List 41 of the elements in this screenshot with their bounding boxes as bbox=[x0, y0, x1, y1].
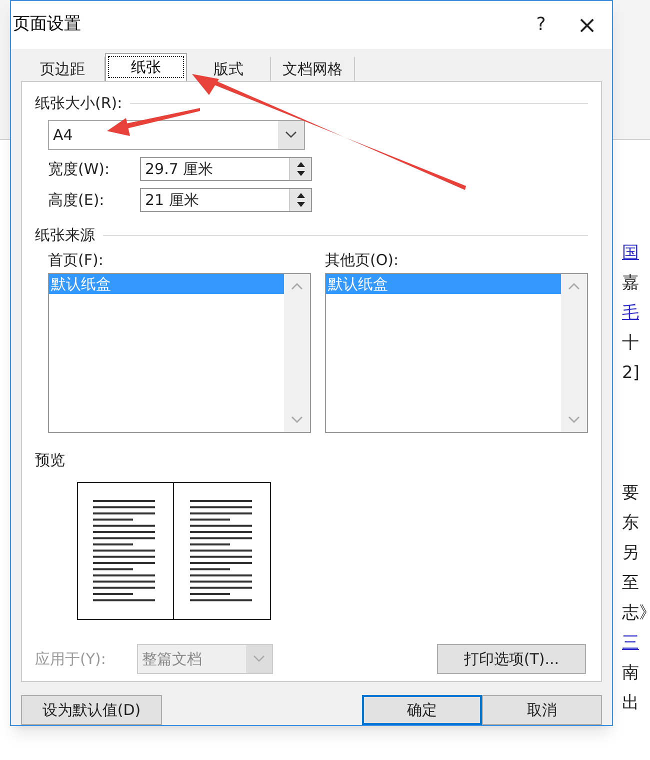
list-label: 首页(F): bbox=[48, 250, 104, 271]
document-text: 南 bbox=[622, 662, 640, 685]
close-button[interactable]: × bbox=[564, 4, 610, 45]
scrollbar[interactable] bbox=[561, 274, 587, 432]
list-label: 其他页(O): bbox=[325, 250, 400, 271]
scroll-down-icon[interactable] bbox=[291, 416, 303, 424]
section-title: 纸张来源 bbox=[35, 225, 95, 246]
document-text: 要 bbox=[622, 482, 640, 505]
dropdown-caret-icon[interactable] bbox=[285, 131, 297, 140]
document-text: 2] bbox=[622, 362, 640, 385]
spin-field[interactable]: 21 厘米 bbox=[140, 188, 312, 212]
document-text: 另 bbox=[622, 542, 640, 565]
spin-field[interactable]: 29.7 厘米 bbox=[140, 157, 312, 182]
document-text: 东 bbox=[622, 512, 640, 535]
document-text: 志》 bbox=[622, 602, 650, 625]
document-text: 十 bbox=[622, 332, 640, 355]
tab[interactable]: 纸张 bbox=[105, 52, 187, 81]
document-link[interactable]: 三 bbox=[622, 628, 650, 658]
scroll-up-icon[interactable] bbox=[568, 282, 580, 290]
document-text: 出 bbox=[622, 692, 640, 715]
up-down-icon[interactable] bbox=[296, 192, 306, 208]
section-title: 纸张大小(R): bbox=[35, 92, 122, 114]
document-link[interactable]: 国 bbox=[622, 238, 650, 268]
cancel-button[interactable]: 取消 bbox=[482, 695, 602, 725]
print-options-button[interactable]: 打印选项(T)... bbox=[437, 644, 586, 674]
help-button[interactable]: ? bbox=[518, 4, 564, 45]
field-label: 应用于(Y): bbox=[35, 648, 107, 670]
scrollbar[interactable] bbox=[284, 274, 310, 432]
set-default-button[interactable]: 设为默认值(D) bbox=[21, 695, 162, 725]
field-label: 宽度(W): bbox=[48, 159, 111, 180]
scroll-up-icon[interactable] bbox=[291, 282, 303, 290]
document-link[interactable]: 毛 bbox=[622, 298, 650, 328]
scroll-down-icon[interactable] bbox=[568, 416, 580, 424]
paper-size-dropdown[interactable]: A4 bbox=[48, 120, 305, 150]
field-label: 高度(E): bbox=[48, 190, 106, 212]
ok-button[interactable]: 确定 bbox=[362, 695, 482, 725]
section-title: 预览 bbox=[35, 450, 65, 472]
document-text: 至 bbox=[622, 572, 640, 595]
document-text: 嘉 bbox=[622, 272, 640, 295]
window-title: 页面设置 bbox=[13, 13, 82, 36]
up-down-icon[interactable] bbox=[296, 161, 306, 178]
